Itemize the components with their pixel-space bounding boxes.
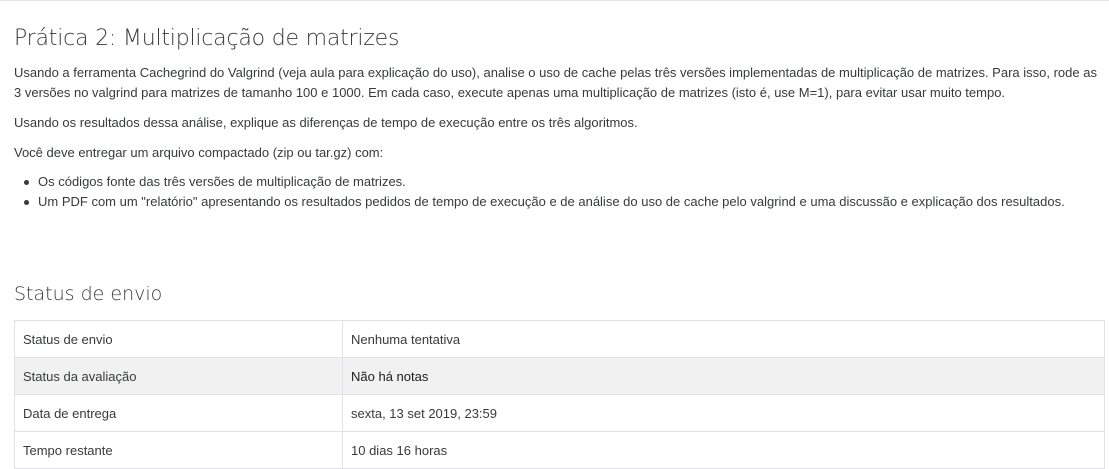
row-label: Status da avaliação	[14, 357, 343, 395]
page: Prática 2: Multiplicação de matrizes Usa…	[0, 0, 1109, 469]
assignment-deliverables-intro: Você deve entregar um arquivo compactado…	[14, 145, 384, 160]
assignment-title: Prática 2: Multiplicação de matrizes	[14, 26, 400, 51]
assignment-explanation-paragraph: Usando os resultados dessa análise, expl…	[14, 115, 638, 130]
table-row: Tempo restante 10 dias 16 horas	[14, 431, 1105, 469]
table-row: Status da avaliação Não há notas	[14, 357, 1105, 395]
row-label: Tempo restante	[14, 431, 343, 469]
row-value: 10 dias 16 horas	[342, 431, 1105, 469]
submission-status-table: Status de envio Nenhuma tentativa Status…	[14, 320, 1105, 469]
assignment-description-paragraph: Usando a ferramenta Cachegrind do Valgri…	[14, 65, 1097, 100]
row-value: Não há notas	[342, 357, 1105, 395]
deliverables-list: Os códigos fonte das três versões de mul…	[14, 172, 1078, 212]
table-row: Status de envio Nenhuma tentativa	[14, 320, 1105, 358]
list-item: Os códigos fonte das três versões de mul…	[24, 172, 1078, 192]
row-value: Nenhuma tentativa	[342, 320, 1105, 358]
row-value: sexta, 13 set 2019, 23:59	[342, 394, 1105, 432]
table-row: Data de entrega sexta, 13 set 2019, 23:5…	[14, 394, 1105, 432]
row-label: Data de entrega	[14, 394, 343, 432]
list-item: Um PDF com um "relatório" apresentando o…	[24, 192, 1078, 212]
submission-status-heading: Status de envio	[14, 283, 163, 305]
row-label: Status de envio	[14, 320, 343, 358]
